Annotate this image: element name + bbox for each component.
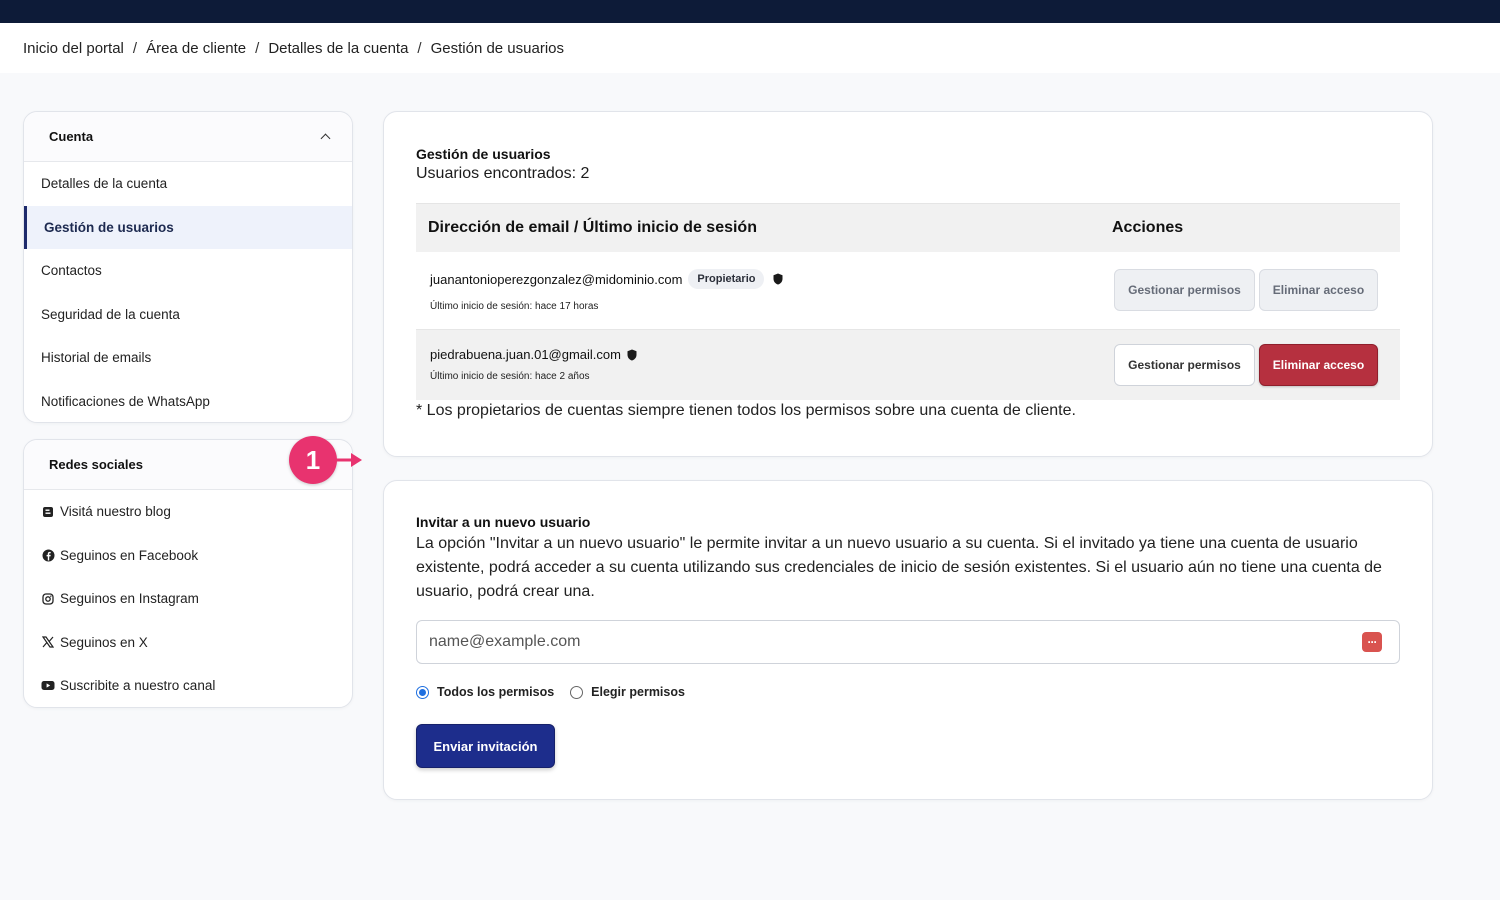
breadcrumb-current: Gestión de usuarios	[430, 39, 565, 57]
invite-description: La opción "Invitar a un nuevo usuario" l…	[416, 535, 1382, 600]
breadcrumb: Inicio del portal / Área de cliente / De…	[0, 23, 1500, 73]
user-management-panel: Gestión de usuarios Usuarios encontrados…	[383, 111, 1433, 457]
table-row: piedrabuena.juan.01@gmail.com Último ini…	[416, 329, 1400, 400]
sidebar-item-account-security[interactable]: Seguridad de la cuenta	[24, 293, 352, 337]
invite-email-field[interactable]: ···	[416, 620, 1400, 664]
send-invitation-button[interactable]: Enviar invitación	[416, 724, 555, 768]
sidebar-item-label: Seguinos en Instagram	[60, 591, 199, 607]
sidebar-item-x[interactable]: Seguinos en X	[24, 621, 352, 665]
breadcrumb-home[interactable]: Inicio del portal	[23, 40, 124, 57]
shield-icon	[627, 349, 637, 360]
manage-permissions-button[interactable]: Gestionar permisos	[1114, 344, 1255, 386]
sidebar-account-panel: Cuenta Detalles de la cuenta Gestión de …	[23, 111, 353, 423]
sidebar-social-title: Redes sociales	[49, 457, 143, 472]
sidebar-item-label: Suscribite a nuestro canal	[60, 678, 216, 694]
sidebar-item-label: Seguinos en Facebook	[60, 547, 199, 563]
instagram-icon	[41, 592, 55, 606]
sidebar-account-header[interactable]: Cuenta	[24, 112, 352, 162]
sidebar-item-blog[interactable]: Visitá nuestro blog	[24, 490, 352, 534]
manage-permissions-button[interactable]: Gestionar permisos	[1114, 269, 1255, 311]
radio-choose-permissions-label[interactable]: Elegir permisos	[591, 685, 685, 699]
sidebar-account-title: Cuenta	[49, 129, 94, 144]
annotation-arrow-icon	[336, 453, 362, 467]
user-email: piedrabuena.juan.01@gmail.com	[430, 347, 621, 362]
remove-access-button[interactable]: Eliminar acceso	[1259, 344, 1378, 386]
facebook-icon	[41, 548, 55, 562]
column-header-actions: Acciones	[1112, 219, 1184, 236]
shield-icon	[773, 273, 783, 285]
breadcrumb-separator: /	[255, 39, 260, 57]
x-icon	[41, 635, 55, 649]
annotation-marker: 1	[289, 436, 337, 484]
sidebar-item-youtube[interactable]: Suscribite a nuestro canal	[24, 664, 352, 708]
sidebar-item-user-management[interactable]: Gestión de usuarios	[24, 205, 352, 249]
last-login: Último inicio de sesión: hace 2 años	[430, 371, 590, 382]
radio-choose-permissions[interactable]	[570, 685, 584, 699]
panel-title: Gestión de usuarios	[416, 146, 551, 162]
radio-all-permissions-label[interactable]: Todos los permisos	[437, 685, 554, 699]
blog-icon	[41, 505, 55, 519]
breadcrumb-client-area[interactable]: Área de cliente	[146, 40, 246, 57]
sidebar-item-account-details[interactable]: Detalles de la cuenta	[24, 162, 352, 206]
breadcrumb-separator: /	[132, 39, 138, 57]
invite-user-panel: Invitar a un nuevo usuario La opción "In…	[383, 480, 1433, 800]
table-header: Dirección de email / Último inicio de se…	[416, 203, 1400, 252]
top-bar	[0, 0, 1500, 23]
user-email: juanantonioperezgonzalez@midominio.com	[430, 271, 683, 287]
password-manager-icon[interactable]: ···	[1362, 632, 1382, 652]
sidebar-item-facebook[interactable]: Seguinos en Facebook	[24, 534, 352, 578]
user-email-cell: piedrabuena.juan.01@gmail.com	[430, 347, 638, 362]
column-header-email: Dirección de email / Último inicio de se…	[428, 219, 757, 236]
invite-email-input[interactable]	[429, 621, 1329, 663]
remove-access-button[interactable]: Eliminar acceso	[1259, 269, 1378, 311]
user-email-cell: juanantonioperezgonzalez@midominio.com P…	[430, 269, 784, 289]
youtube-icon	[41, 679, 55, 693]
chevron-up-icon[interactable]	[320, 131, 332, 143]
invite-title: Invitar a un nuevo usuario	[416, 514, 591, 530]
last-login: Último inicio de sesión: hace 17 horas	[430, 301, 599, 312]
sidebar-item-email-history[interactable]: Historial de emails	[24, 336, 352, 380]
sidebar-item-whatsapp-notifications[interactable]: Notificaciones de WhatsApp	[24, 380, 352, 424]
sidebar-item-label: Seguinos en X	[60, 634, 148, 650]
permissions-radio-group: Todos los permisos Elegir permisos	[416, 685, 685, 699]
owners-note: * Los propietarios de cuentas siempre ti…	[416, 402, 1076, 419]
sidebar-item-label: Visitá nuestro blog	[60, 504, 171, 520]
sidebar-item-contacts[interactable]: Contactos	[24, 249, 352, 293]
sidebar-item-instagram[interactable]: Seguinos en Instagram	[24, 577, 352, 621]
table-row: juanantonioperezgonzalez@midominio.com P…	[416, 253, 1400, 329]
users-count: Usuarios encontrados: 2	[416, 165, 590, 182]
owner-badge: Propietario	[688, 269, 765, 289]
breadcrumb-separator: /	[417, 39, 422, 57]
breadcrumb-account-details[interactable]: Detalles de la cuenta	[268, 40, 408, 57]
radio-all-permissions[interactable]	[416, 685, 429, 699]
